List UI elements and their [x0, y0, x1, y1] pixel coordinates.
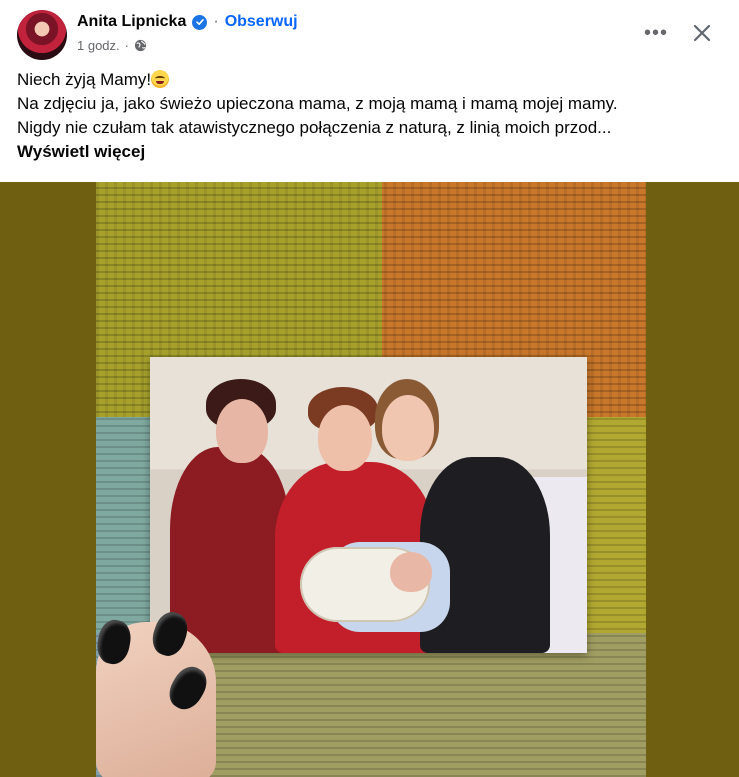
globe-icon[interactable] — [134, 39, 147, 52]
post-card: Anita Lipnicka · Obserwuj 1 godz. · ••• — [0, 0, 739, 777]
baby-face — [390, 552, 432, 592]
person-left-body — [170, 447, 290, 653]
hand — [94, 608, 216, 777]
person-right-face — [382, 395, 434, 461]
close-button[interactable] — [686, 17, 718, 49]
follow-button[interactable]: Obserwuj — [225, 13, 298, 31]
see-more-link[interactable]: Wyświetl więcej — [17, 140, 717, 164]
verified-badge-icon — [192, 14, 208, 30]
caption-line-1: Niech żyją Mamy! — [17, 68, 717, 92]
author-row: Anita Lipnicka · Obserwuj — [77, 11, 298, 33]
caption-line-2: Na zdjęciu ja, jako świeżo upieczona mam… — [17, 94, 618, 113]
avatar[interactable] — [17, 10, 67, 60]
person-left-face — [216, 399, 268, 463]
post-header: Anita Lipnicka · Obserwuj 1 godz. · ••• — [0, 0, 739, 64]
meta-separator: · — [124, 38, 129, 53]
author-name[interactable]: Anita Lipnicka — [77, 13, 186, 31]
more-options-button[interactable]: ••• — [641, 21, 671, 45]
caption-text: Niech żyją Mamy! — [17, 70, 152, 89]
more-icon: ••• — [643, 22, 668, 44]
nail — [163, 660, 213, 716]
separator-dot: · — [213, 13, 219, 30]
person-middle-face — [318, 405, 372, 471]
timestamp[interactable]: 1 godz. — [77, 38, 120, 53]
close-icon — [693, 24, 711, 42]
printed-family-photo — [150, 357, 587, 653]
hugging-face-emoji-icon — [151, 70, 170, 88]
post-photo[interactable] — [0, 182, 739, 777]
caption-line-3: Nigdy nie czułam tak atawistycznego połą… — [17, 118, 612, 137]
post-caption: Niech żyją Mamy! Na zdjęciu ja, jako świ… — [17, 68, 717, 164]
post-meta: 1 godz. · — [77, 38, 147, 53]
